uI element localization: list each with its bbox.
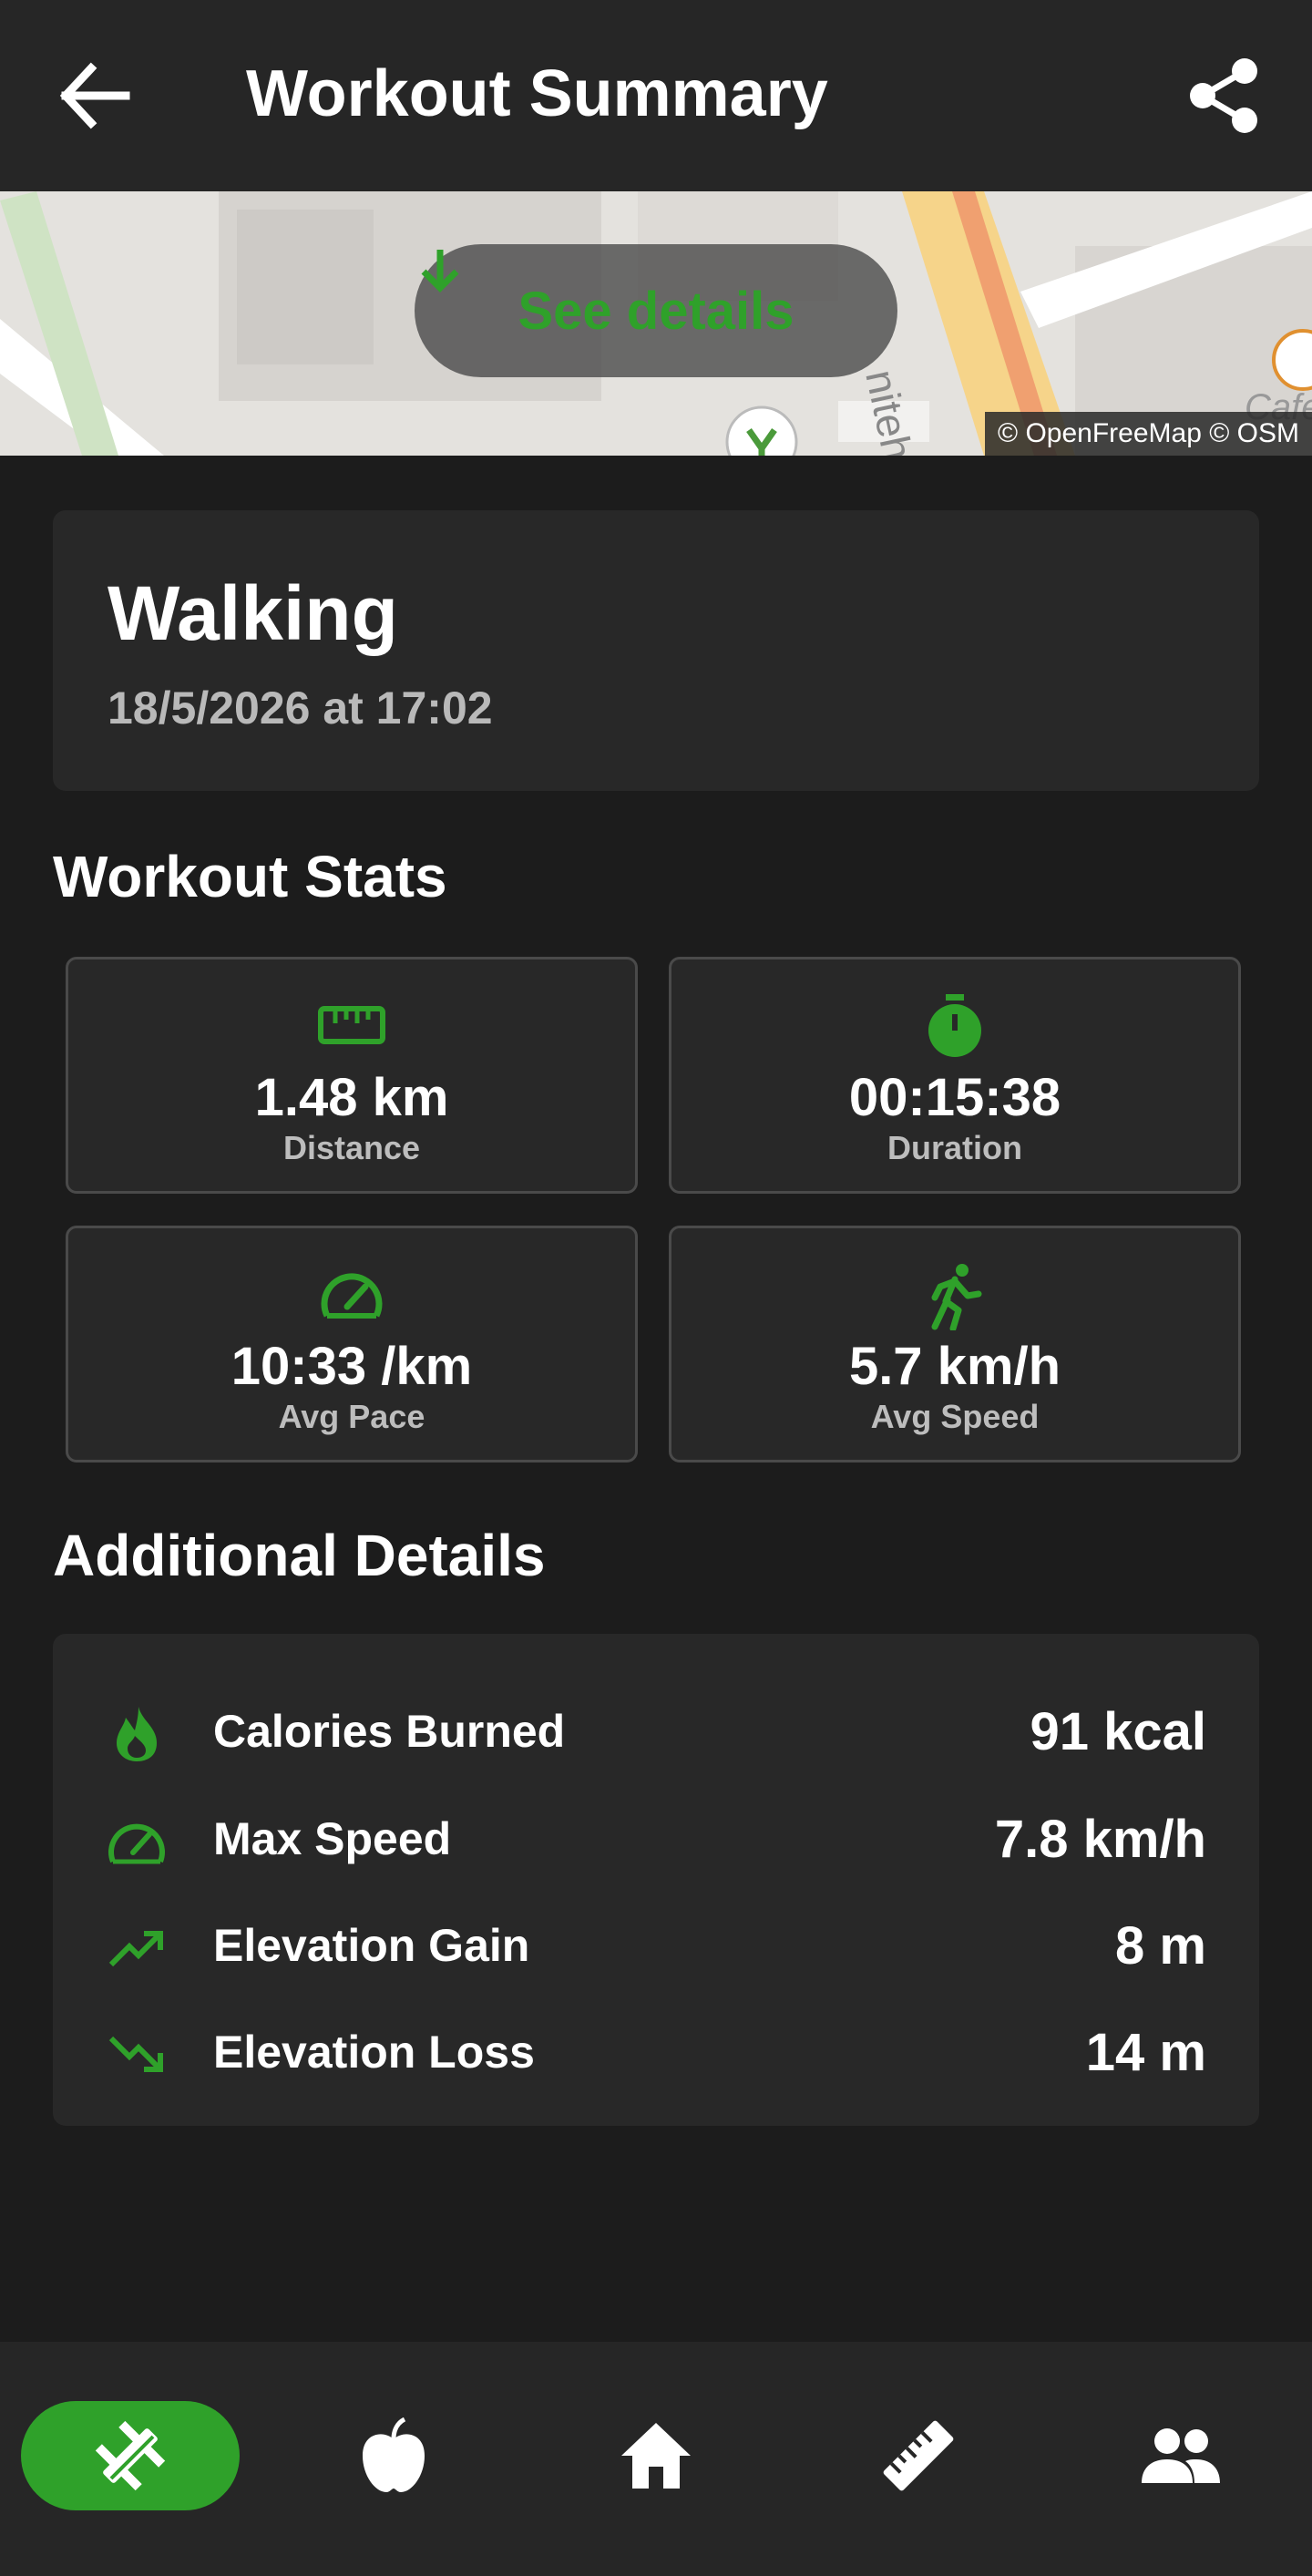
nav-item-nutrition[interactable] [284,2401,503,2510]
detail-value: 8 m [1115,1916,1206,1976]
flame-icon [108,1705,166,1763]
running-icon [671,1263,1238,1330]
home-icon [621,2423,691,2489]
stat-card-avg-speed: 5.7 km/h Avg Speed [669,1226,1241,1462]
detail-label: Elevation Loss [213,2027,535,2078]
detail-label: Elevation Gain [213,1920,530,1971]
stat-label: Distance [282,1129,421,1166]
stat-card-distance: 1.48 km Distance [66,957,638,1194]
stat-label: Duration [887,1129,1022,1166]
detail-row-calories: Calories Burned 91 kcal [53,1679,1259,1780]
app-bar: Workout Summary [0,0,1312,191]
apple-icon [363,2417,425,2492]
stat-card-avg-pace: 10:33 /km Avg Pace [66,1226,638,1462]
trending-down-icon [108,2026,166,2084]
detail-value: 14 m [1085,2023,1206,2082]
detail-label: Calories Burned [213,1706,566,1757]
workout-stats-heading: Workout Stats [53,844,447,909]
stat-value: 1.48 km [254,1068,449,1127]
additional-details-heading: Additional Details [53,1523,546,1588]
bottom-nav [0,2342,1312,2576]
nav-item-community[interactable] [1071,2401,1290,2510]
nav-item-home[interactable] [547,2401,765,2510]
people-icon [1142,2428,1220,2483]
detail-label: Max Speed [213,1813,452,1864]
speedometer-icon [68,1263,635,1327]
dumbbell-icon [95,2420,166,2491]
activity-datetime: 18/5/2026 at 17:02 [108,682,493,734]
activity-name: Walking [108,570,398,656]
nav-item-measurements[interactable] [809,2401,1028,2510]
stat-card-duration: 00:15:38 Duration [669,957,1241,1194]
share-icon[interactable] [1184,55,1276,137]
ruler-icon [883,2420,954,2491]
detail-row-elevation-gain: Elevation Gain 8 m [53,1894,1259,1994]
speedometer-icon [108,1812,166,1871]
detail-row-max-speed: Max Speed 7.8 km/h [53,1787,1259,1887]
stat-label: Avg Speed [870,1398,1040,1435]
detail-value: 91 kcal [1030,1702,1206,1761]
additional-details-card: Calories Burned 91 kcal Max Speed 7.8 km… [53,1634,1259,2126]
nav-item-workouts[interactable] [0,2401,240,2510]
arrow-back-icon[interactable] [55,59,137,132]
activity-card: Walking 18/5/2026 at 17:02 [53,510,1259,791]
ruler-icon [68,994,635,1058]
stat-value: 5.7 km/h [848,1337,1061,1396]
page-title: Workout Summary [246,57,828,130]
map-attribution[interactable]: © OpenFreeMap © OSM [985,412,1312,456]
stat-label: Avg Pace [278,1398,425,1435]
map-preview[interactable]: nitehall Cafe See details © OpenFreeMap … [0,191,1312,456]
detail-value: 7.8 km/h [994,1810,1206,1869]
stat-value: 00:15:38 [848,1068,1061,1127]
see-details-button[interactable]: See details [415,244,897,377]
stopwatch-icon [671,994,1238,1058]
stat-value: 10:33 /km [231,1337,473,1396]
see-details-label: See details [518,281,794,341]
arrow-down-icon [421,250,459,292]
trending-up-icon [108,1919,166,1977]
detail-row-elevation-loss: Elevation Loss 14 m [53,2000,1259,2100]
